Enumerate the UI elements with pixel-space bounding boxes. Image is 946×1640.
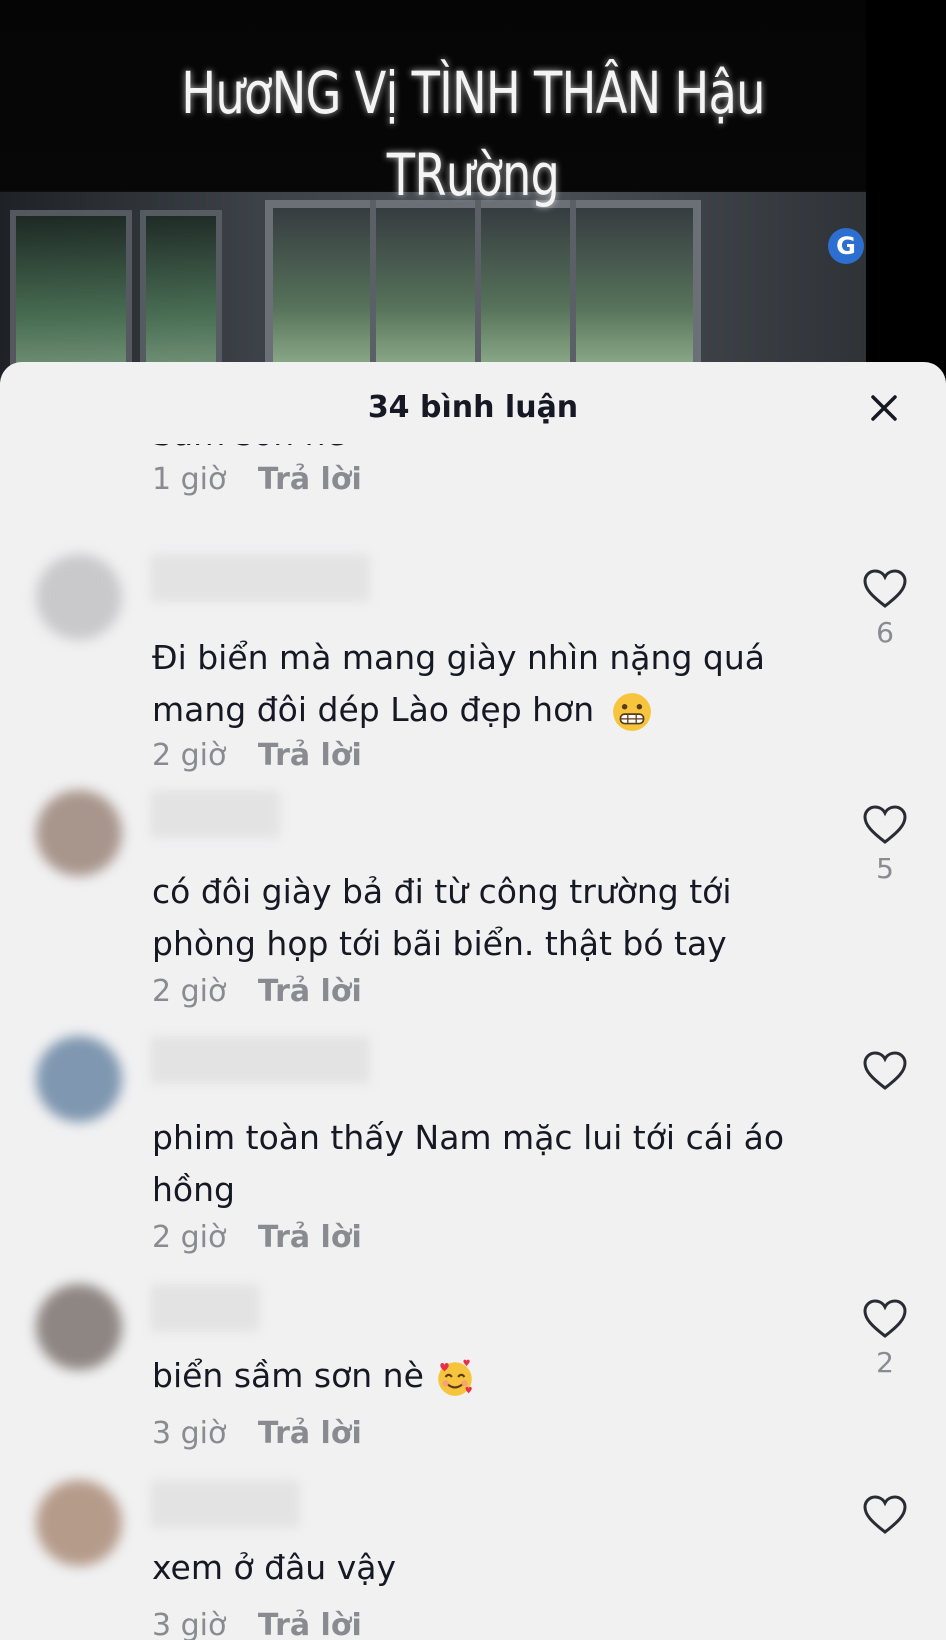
heart-outline-icon (863, 805, 907, 844)
close-button[interactable] (864, 388, 904, 428)
comment-time: 2 giờ (152, 1220, 227, 1255)
comment-item: phim toàn thấy Nam mặc lui tới cái áo hồ… (0, 1026, 946, 1266)
avatar[interactable] (36, 1284, 122, 1370)
like-button[interactable] (860, 1494, 910, 1542)
comment-meta: 3 giờ Trả lời (152, 1416, 362, 1451)
like-count: 5 (876, 852, 894, 885)
heart-outline-icon (863, 1051, 907, 1090)
comment-item: Sầm sơn nè 1 giờ Trả lời 4 (0, 444, 946, 524)
like-button[interactable] (860, 1050, 910, 1098)
username-blurred[interactable] (150, 1036, 370, 1084)
video-overlay-title: HươNG Vị TÌNH THÂN Hậu TRường (181, 59, 765, 209)
reply-button[interactable]: Trả lời (258, 738, 362, 773)
heart-outline-icon (863, 1495, 907, 1534)
comment-text: phim toàn thấy Nam mặc lui tới cái áo hồ… (152, 1118, 785, 1209)
building-window (140, 210, 222, 380)
comment-item: Đi biển mà mang giày nhìn nặng quá mang … (0, 544, 946, 774)
comment-time: 3 giờ (152, 1416, 227, 1451)
comment-time: 2 giờ (152, 738, 227, 773)
comment-meta: 3 giờ Trả lời (152, 1608, 362, 1640)
store-sign: G (828, 228, 864, 264)
reply-button[interactable]: Trả lời (258, 974, 362, 1009)
smiling-face-with-hearts-emoji (438, 1359, 473, 1396)
comments-sheet: 34 bình luận Sầm sơn nè 1 giờ Trả lời 4 (0, 362, 946, 1640)
comment-item: biển sầm sơn nè 3 giờ Trả lời 2 (0, 1274, 946, 1464)
comment-time: 3 giờ (152, 1608, 227, 1640)
comments-header: 34 bình luận (0, 362, 946, 444)
comment-meta: 2 giờ Trả lời (152, 738, 362, 773)
building-door (265, 200, 701, 380)
reply-button[interactable]: Trả lời (258, 1416, 362, 1451)
comment-text: xem ở đâu vậy (152, 1548, 396, 1587)
comment-text: Đi biển mà mang giày nhìn nặng quá mang … (152, 632, 792, 736)
close-icon (871, 395, 897, 421)
comment-meta: 1 giờ Trả lời (152, 462, 362, 497)
username-blurred[interactable] (150, 790, 280, 838)
comment-meta: 2 giờ Trả lời (152, 1220, 362, 1255)
comment-text-content: biển sầm sơn nè (152, 1356, 424, 1395)
avatar[interactable] (36, 554, 122, 640)
door-frame (475, 200, 481, 380)
like-count: 6 (876, 616, 894, 649)
comment-item: có đôi giày bả đi từ công trường tới phò… (0, 780, 946, 1020)
reply-button[interactable]: Trả lời (258, 1220, 362, 1255)
comment-time: 1 giờ (152, 462, 227, 497)
reply-button[interactable]: Trả lời (258, 462, 362, 497)
video-edge (866, 0, 946, 380)
grimacing-face-emoji (612, 692, 651, 731)
comment-text: Sầm sơn nè (152, 444, 792, 460)
comment-time: 2 giờ (152, 974, 227, 1009)
like-count: 2 (876, 1346, 894, 1379)
building-window (10, 210, 132, 380)
comment-text: biển sầm sơn nè (152, 1350, 792, 1402)
avatar[interactable] (36, 1036, 122, 1122)
comment-item: xem ở đâu vậy 3 giờ Trả lời (0, 1470, 946, 1640)
like-button[interactable]: 6 (860, 568, 910, 649)
video-background: G HươNG Vị TÌNH THÂN Hậu TRường (0, 0, 946, 380)
comment-text-content: Đi biển mà mang giày nhìn nặng quá mang … (152, 638, 765, 729)
like-button[interactable]: 2 (860, 1298, 910, 1379)
comment-meta: 2 giờ Trả lời (152, 974, 362, 1009)
comments-count-title: 34 bình luận (367, 390, 579, 425)
avatar[interactable] (36, 790, 122, 876)
avatar[interactable] (36, 1480, 122, 1566)
heart-outline-icon (863, 569, 907, 608)
username-blurred[interactable] (150, 1284, 260, 1332)
comment-text: có đôi giày bả đi từ công trường tới phò… (152, 872, 732, 963)
door-frame (370, 200, 376, 380)
comments-list[interactable]: Sầm sơn nè 1 giờ Trả lời 4 Đi biển mà ma… (0, 444, 946, 1640)
username-blurred[interactable] (150, 554, 370, 602)
username-blurred[interactable] (150, 1480, 300, 1528)
reply-button[interactable]: Trả lời (258, 1608, 362, 1640)
heart-outline-icon (863, 1299, 907, 1338)
door-frame (570, 200, 576, 380)
like-button[interactable]: 5 (860, 804, 910, 885)
